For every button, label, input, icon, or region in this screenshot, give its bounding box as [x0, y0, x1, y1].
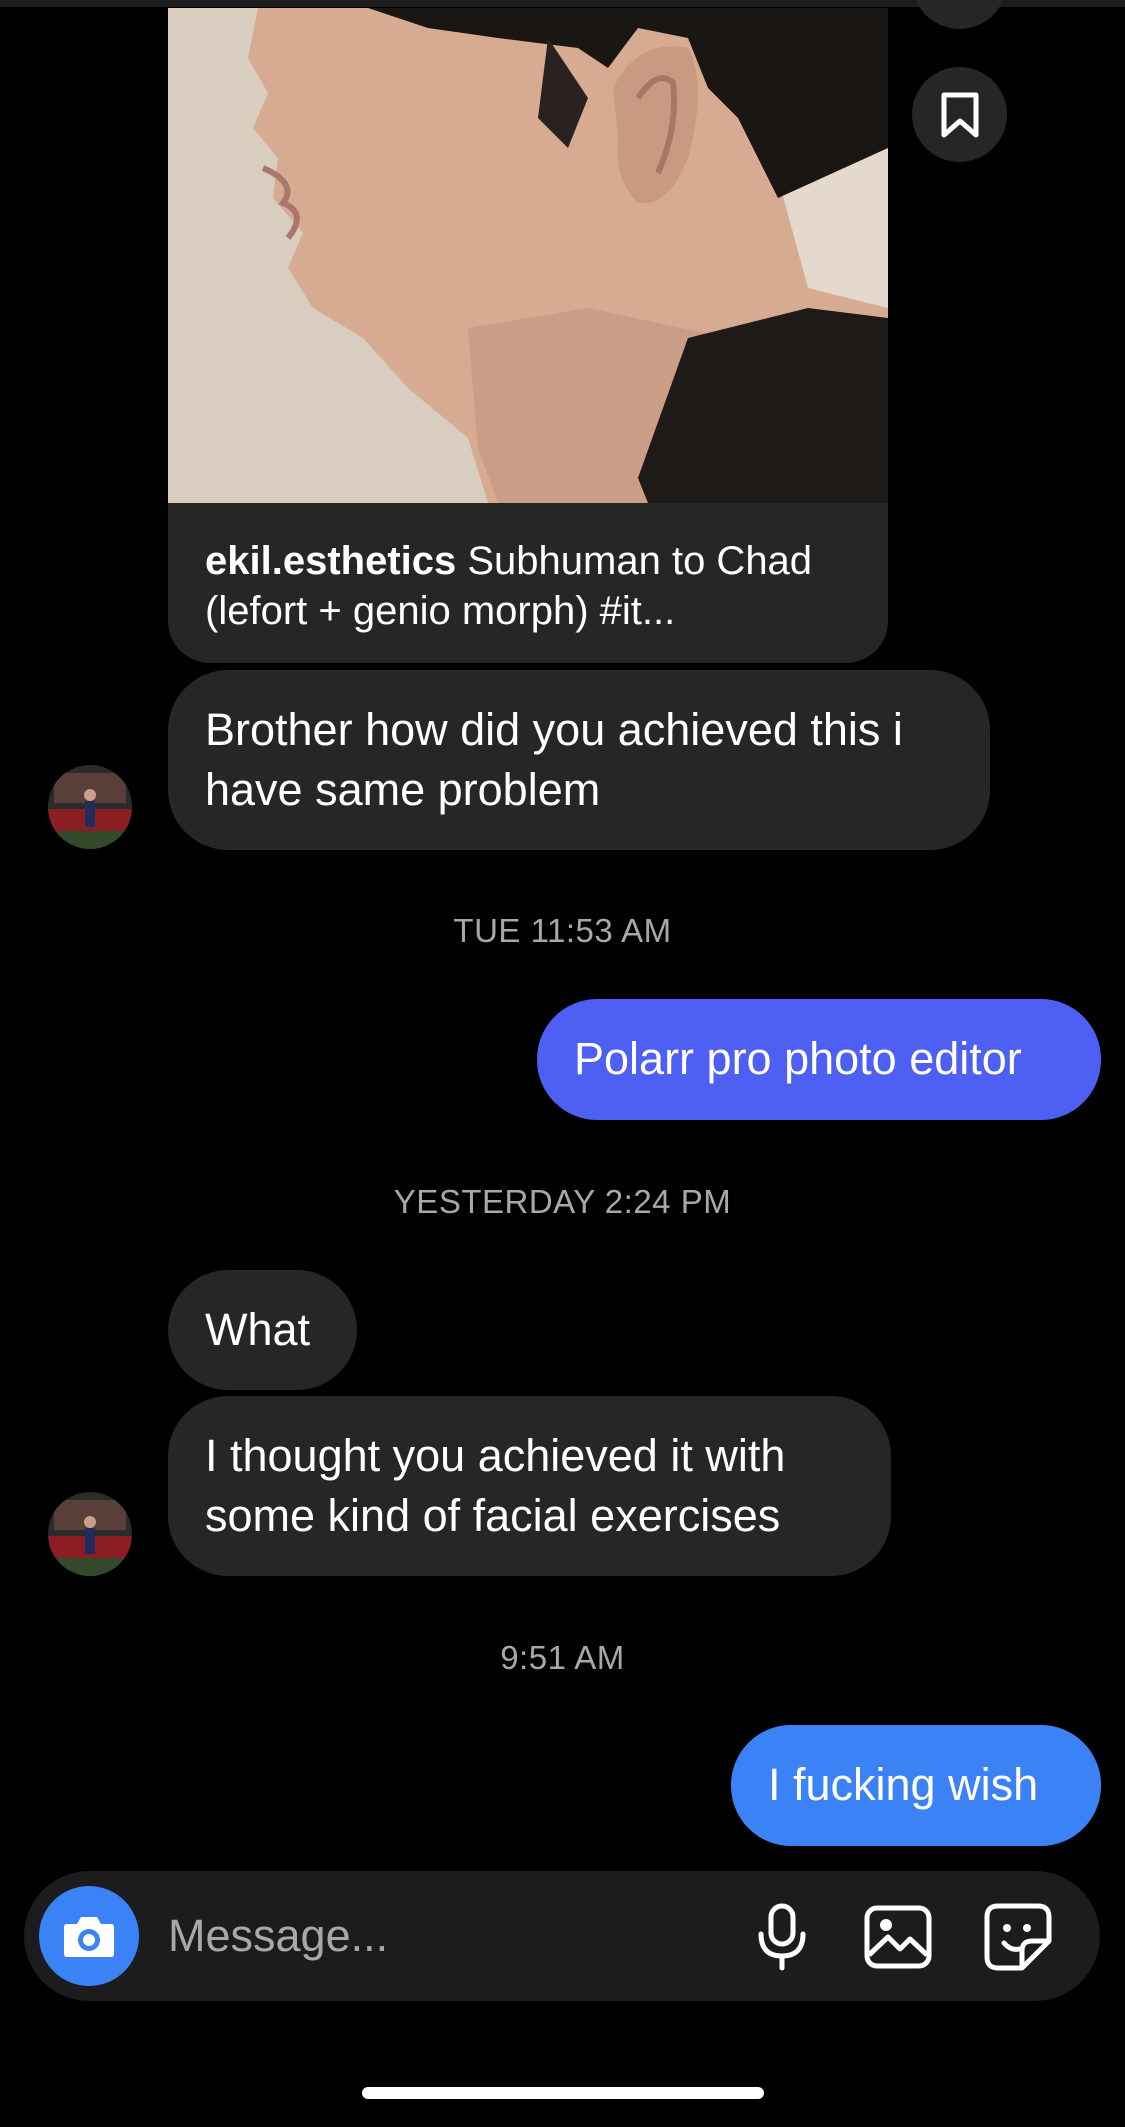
microphone-icon	[758, 1903, 806, 1971]
message-text: What	[205, 1304, 311, 1355]
avatar[interactable]	[48, 1492, 132, 1576]
share-button[interactable]	[912, 0, 1007, 29]
avatar-image	[48, 765, 132, 849]
gallery-button[interactable]	[862, 1901, 934, 1973]
timestamp: 9:51 AM	[500, 1639, 625, 1676]
incoming-message[interactable]: I thought you achieved it with some kind…	[168, 1396, 891, 1576]
avatar[interactable]	[48, 765, 132, 849]
message-text: Brother how did you achieved this i have…	[205, 704, 903, 815]
outgoing-message[interactable]: Polarr pro photo editor	[537, 999, 1101, 1120]
avatar-image	[48, 1492, 132, 1576]
message-text: Polarr pro photo editor	[574, 1033, 1022, 1084]
post-username[interactable]: ekil.esthetics	[205, 539, 456, 583]
profile-photo-illustration	[168, 8, 888, 503]
save-post-button[interactable]	[912, 67, 1007, 162]
timestamp: TUE 11:53 AM	[453, 912, 672, 949]
message-input[interactable]	[168, 1901, 728, 1971]
camera-button[interactable]	[39, 1886, 139, 1986]
camera-icon	[64, 1917, 114, 1957]
incoming-message[interactable]: Brother how did you achieved this i have…	[168, 670, 990, 850]
message-text: I thought you achieved it with some kind…	[205, 1430, 786, 1541]
shared-post-image[interactable]	[168, 8, 888, 503]
shared-post-caption[interactable]: ekil.esthetics Subhuman to Chad (lefort …	[168, 503, 888, 663]
sticker-button[interactable]	[982, 1901, 1054, 1973]
incoming-message[interactable]: What	[168, 1270, 357, 1390]
message-text: I fucking wish	[768, 1759, 1039, 1810]
timestamp: YESTERDAY 2:24 PM	[393, 1183, 732, 1220]
image-icon	[864, 1905, 932, 1969]
sticker-icon	[984, 1903, 1052, 1971]
bookmark-icon	[941, 92, 978, 137]
outgoing-message[interactable]: I fucking wish	[731, 1725, 1101, 1846]
message-composer	[24, 1871, 1100, 2001]
voice-message-button[interactable]	[746, 1901, 818, 1973]
home-indicator[interactable]	[362, 2087, 764, 2099]
